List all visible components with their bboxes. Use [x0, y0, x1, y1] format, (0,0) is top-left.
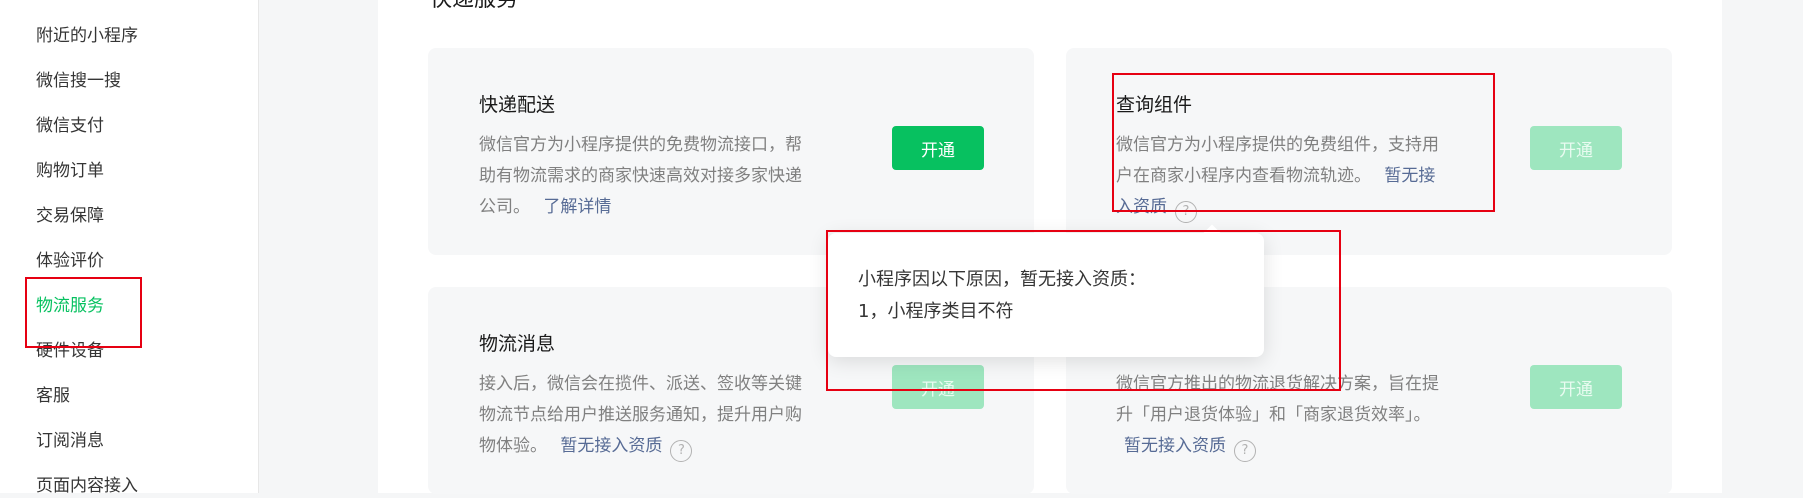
sidebar-item-experience-review[interactable]: 体验评价 — [36, 249, 104, 273]
no-qualification-link[interactable]: 暂无接入资质 — [560, 436, 662, 456]
card-description: 微信官方推出的物流退货解决方案，旨在提升「用户退货体验」和「商家退货效率」。 暂… — [1116, 369, 1451, 462]
qualification-tooltip: 小程序因以下原因，暂无接入资质： 1，小程序类目不符 — [828, 224, 1264, 357]
sidebar: 附近的小程序 微信搜一搜 微信支付 购物订单 交易保障 体验评价 物流服务 硬件… — [0, 0, 259, 496]
card-title: 快递配送 — [479, 94, 556, 116]
question-circle-icon[interactable]: ? — [670, 440, 693, 462]
card-title: 查询组件 — [1116, 94, 1193, 116]
section-title: 快递服务 — [430, 0, 518, 14]
card-query-component: 查询组件 微信官方为小程序提供的免费组件，支持用户在商家小程序内查看物流轨迹。 … — [1066, 48, 1672, 255]
card-description: 微信官方为小程序提供的免费物流接口，帮助有物流需求的商家快速高效对接多家快递公司… — [479, 130, 814, 223]
card-description-text: 微信官方为小程序提供的免费物流接口，帮助有物流需求的商家快速高效对接多家快递公司… — [479, 135, 802, 217]
activate-logistics-messages-button[interactable]: 开通 — [892, 365, 984, 409]
tooltip-line-1: 小程序因以下原因，暂无接入资质： — [858, 269, 1146, 290]
sidebar-item-transaction-guarantee[interactable]: 交易保障 — [36, 204, 104, 228]
sidebar-item-shopping-orders[interactable]: 购物订单 — [36, 159, 104, 183]
sidebar-item-customer-service[interactable]: 客服 — [36, 384, 70, 408]
sidebar-item-wechat-pay[interactable]: 微信支付 — [36, 114, 104, 138]
learn-more-link[interactable]: 了解详情 — [543, 197, 611, 217]
sidebar-item-nearby-miniprogram[interactable]: 附近的小程序 — [36, 24, 138, 48]
question-circle-icon[interactable]: ? — [1175, 201, 1197, 223]
sidebar-item-wechat-search[interactable]: 微信搜一搜 — [36, 69, 121, 93]
sidebar-item-subscription-messages[interactable]: 订阅消息 — [36, 429, 104, 453]
sidebar-item-hardware-devices[interactable]: 硬件设备 — [36, 339, 104, 363]
tooltip-line-2: 1，小程序类目不符 — [858, 301, 1014, 322]
question-circle-icon[interactable]: ? — [1234, 440, 1256, 462]
card-express-delivery: 快递配送 微信官方为小程序提供的免费物流接口，帮助有物流需求的商家快速高效对接多… — [428, 48, 1034, 255]
card-description-text: 微信官方推出的物流退货解决方案，旨在提升「用户退货体验」和「商家退货效率」。 — [1116, 374, 1439, 425]
card-title: 物流消息 — [479, 333, 556, 355]
no-qualification-link[interactable]: 暂无接入资质 — [1124, 436, 1226, 456]
activate-express-delivery-button[interactable]: 开通 — [892, 126, 984, 170]
activate-return-solution-button[interactable]: 开通 — [1530, 365, 1622, 409]
activate-query-component-button[interactable]: 开通 — [1530, 126, 1622, 170]
sidebar-item-logistics-service[interactable]: 物流服务 — [36, 294, 104, 318]
sidebar-item-page-content-access[interactable]: 页面内容接入 — [36, 474, 138, 498]
card-description: 微信官方为小程序提供的免费组件，支持用户在商家小程序内查看物流轨迹。 暂无接入资… — [1116, 130, 1451, 223]
card-description: 接入后，微信会在揽件、派送、签收等关键物流节点给用户推送服务通知，提升用户购物体… — [479, 369, 814, 462]
